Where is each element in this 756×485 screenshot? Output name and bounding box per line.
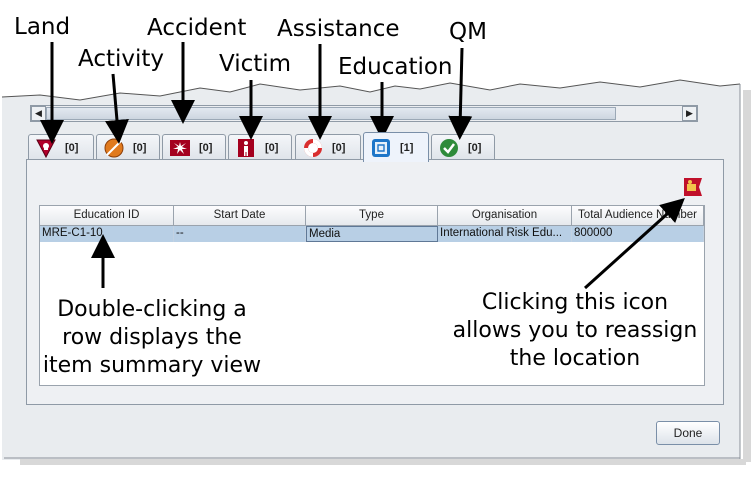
- education-icon: [372, 138, 390, 157]
- arrow-reassign-icon: [583, 197, 685, 290]
- arrow-qm: [448, 47, 473, 140]
- tab-count: [1]: [400, 141, 414, 154]
- annotation-arrows: [40, 42, 685, 290]
- arrow-activity: [105, 73, 129, 144]
- tab-education[interactable]: [1]: [363, 132, 429, 162]
